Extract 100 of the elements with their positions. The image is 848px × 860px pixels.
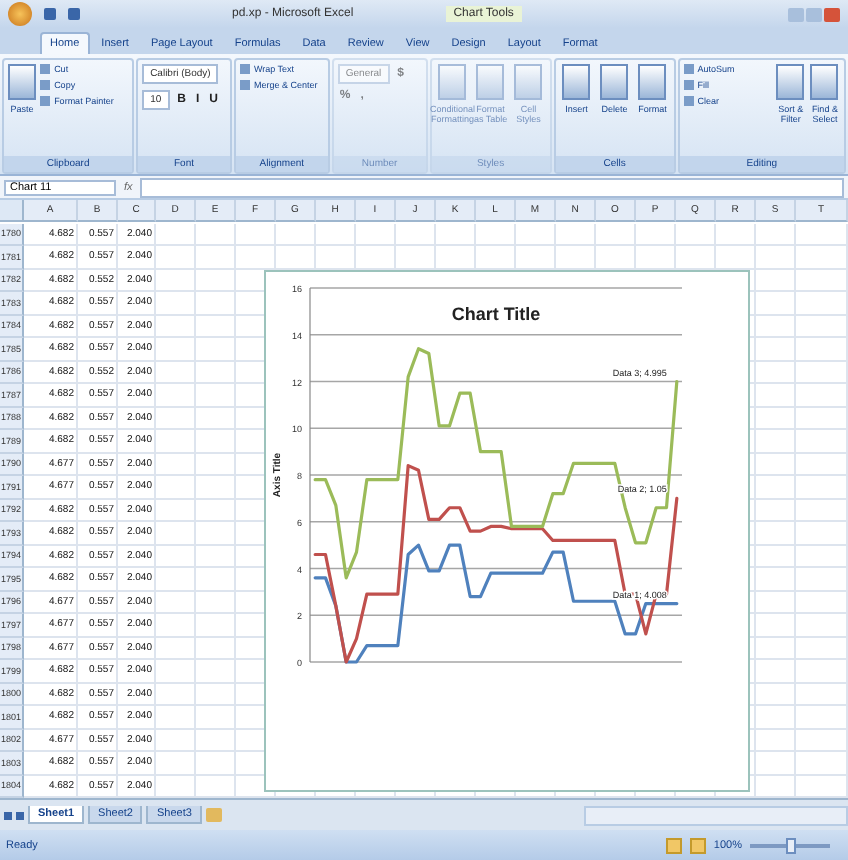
empty-cell: [156, 522, 196, 545]
empty-cell: [756, 223, 796, 246]
empty-cell: [756, 522, 796, 545]
empty-cell: [756, 499, 796, 522]
empty-cell: [156, 407, 196, 430]
empty-cell: [196, 315, 236, 338]
empty-cell: [236, 223, 276, 246]
empty-cell: [196, 223, 236, 246]
minimize-button[interactable]: [788, 7, 804, 21]
empty-cell: [796, 384, 848, 407]
empty-cell: [196, 453, 236, 476]
empty-cell: [156, 637, 196, 660]
empty-cell: [156, 453, 196, 476]
empty-cell: [796, 614, 848, 637]
empty-cell: [796, 269, 848, 292]
empty-cell: [196, 729, 236, 752]
normal-view-icon[interactable]: [665, 837, 682, 853]
empty-cell: [756, 545, 796, 568]
empty-cell: [756, 430, 796, 453]
empty-cell: [196, 246, 236, 269]
empty-cell: [156, 614, 196, 637]
empty-cell: [156, 223, 196, 246]
select-all-corner[interactable]: [0, 200, 24, 222]
empty-cell: [756, 660, 796, 683]
empty-cell: [796, 292, 848, 315]
empty-cell: [196, 591, 236, 614]
command-icon: [438, 64, 467, 100]
empty-cell: [156, 729, 196, 752]
empty-cell: [756, 338, 796, 361]
empty-cell: [756, 729, 796, 752]
empty-cell: [556, 223, 596, 246]
maximize-button[interactable]: [806, 7, 822, 21]
empty-cell: [396, 223, 436, 246]
empty-cell: [156, 292, 196, 315]
empty-cell: [796, 568, 848, 591]
formula-input[interactable]: [140, 177, 844, 197]
empty-cell: [756, 269, 796, 292]
empty-cell: [796, 729, 848, 752]
empty-cell: [156, 338, 196, 361]
horizontal-scrollbar[interactable]: [584, 805, 848, 825]
empty-cell: [436, 223, 476, 246]
empty-cell: [756, 591, 796, 614]
empty-cell: [156, 706, 196, 729]
empty-cell: [796, 476, 848, 499]
empty-cell: [156, 660, 196, 683]
office-button[interactable]: [8, 2, 32, 26]
empty-cell: [196, 269, 236, 292]
empty-cell: [756, 407, 796, 430]
empty-cell: [796, 453, 848, 476]
empty-cell: [156, 246, 196, 269]
empty-cell: [156, 683, 196, 706]
empty-cell: [476, 223, 516, 246]
empty-cell: [796, 315, 848, 338]
empty-cell: [156, 568, 196, 591]
empty-cell: [756, 637, 796, 660]
page-layout-icon[interactable]: [689, 837, 706, 853]
empty-cell: [356, 223, 396, 246]
command-icon: [638, 64, 667, 100]
empty-cell: [156, 752, 196, 775]
command-icon: [776, 64, 805, 100]
empty-cell: [676, 223, 716, 246]
new-sheet-icon[interactable]: [205, 808, 222, 822]
empty-cell: [316, 223, 356, 246]
empty-cell: [156, 591, 196, 614]
empty-cell: [756, 706, 796, 729]
empty-cell: [156, 430, 196, 453]
command-icon: [600, 64, 629, 100]
empty-cell: [756, 683, 796, 706]
empty-cell: [516, 223, 556, 246]
chart-title: Chart Title: [451, 304, 541, 324]
empty-cell: [796, 223, 848, 246]
empty-cell: [196, 361, 236, 384]
empty-cell: [156, 476, 196, 499]
empty-cell: [796, 706, 848, 729]
empty-cell: [756, 246, 796, 269]
command-icon: [514, 64, 543, 100]
empty-cell: [756, 453, 796, 476]
command-icon: [562, 64, 591, 100]
command-icon: [8, 64, 37, 100]
empty-cell: [596, 223, 636, 246]
empty-cell: [796, 499, 848, 522]
empty-cell: [756, 614, 796, 637]
empty-cell: [196, 545, 236, 568]
empty-cell: [756, 568, 796, 591]
empty-cell: [156, 545, 196, 568]
empty-cell: [276, 223, 316, 246]
empty-cell: [156, 269, 196, 292]
close-button[interactable]: [824, 7, 840, 21]
empty-cell: [756, 384, 796, 407]
empty-cell: [796, 637, 848, 660]
empty-cell: [236, 246, 276, 269]
command-icon: [476, 64, 505, 100]
empty-cell: [196, 407, 236, 430]
empty-cell: [796, 683, 848, 706]
empty-cell: [156, 384, 196, 407]
zoom-thumb[interactable]: [786, 837, 796, 853]
empty-cell: [196, 683, 236, 706]
empty-cell: [796, 361, 848, 384]
empty-cell: [796, 591, 848, 614]
empty-cell: [756, 361, 796, 384]
